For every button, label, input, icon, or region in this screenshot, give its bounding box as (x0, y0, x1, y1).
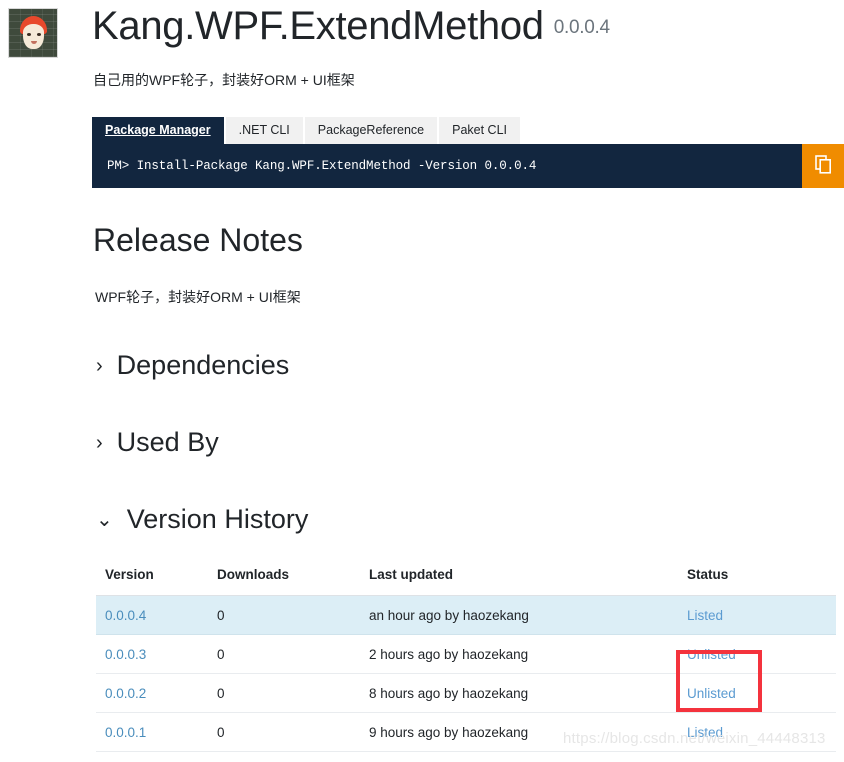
status-badge[interactable]: Listed (687, 608, 723, 623)
cell-last-updated: an hour ago by haozekang (360, 595, 678, 635)
column-header-status: Status (678, 565, 836, 596)
install-command-row: PM> Install-Package Kang.WPF.ExtendMetho… (92, 144, 844, 188)
table-header: Version Downloads Last updated Status (96, 565, 836, 596)
copy-icon (814, 155, 832, 177)
table-row: 0.0.0.4 0 an hour ago by haozekang Liste… (96, 595, 836, 635)
version-link[interactable]: 0.0.0.2 (105, 686, 146, 701)
install-command-block: Package Manager .NET CLI PackageReferenc… (92, 116, 844, 188)
package-name: Kang.WPF.ExtendMethod (92, 4, 544, 48)
cell-version: 0.0.0.2 (96, 673, 208, 713)
chevron-down-icon: ⌄ (96, 508, 113, 531)
package-header: Kang.WPF.ExtendMethod 0.0.0.4 自己用的WPF轮子，封… (0, 0, 844, 105)
avatar-face (23, 24, 44, 49)
section-label-dependencies: Dependencies (116, 350, 290, 380)
version-link[interactable]: 0.0.0.3 (105, 647, 146, 662)
release-notes-body: WPF轮子，封装好ORM + UI框架 (95, 289, 301, 305)
package-description: 自己用的WPF轮子，封装好ORM + UI框架 (93, 72, 355, 88)
cell-downloads: 0 (208, 595, 360, 635)
status-badge[interactable]: Unlisted (687, 686, 736, 701)
avatar-eye-right (37, 33, 41, 36)
copy-button[interactable] (802, 144, 844, 188)
watermark-text: https://blog.csdn.net/weixin_44448313 (563, 730, 826, 747)
column-header-last-updated: Last updated (360, 565, 678, 596)
column-header-version: Version (96, 565, 208, 596)
cell-version: 0.0.0.3 (96, 634, 208, 674)
section-label-used-by: Used By (116, 427, 219, 457)
tab-packagereference[interactable]: PackageReference (304, 117, 440, 144)
table-row: 0.0.0.2 0 8 hours ago by haozekang Unlis… (96, 673, 836, 713)
chevron-right-icon: › (96, 354, 103, 377)
cell-status: Listed (678, 595, 836, 635)
cell-status: Unlisted (678, 673, 836, 713)
release-notes-heading: Release Notes (93, 222, 303, 258)
cell-version: 0.0.0.4 (96, 595, 208, 635)
section-header-used-by[interactable]: › Used By (96, 427, 219, 458)
status-badge[interactable]: Unlisted (687, 647, 736, 662)
tab-dotnet-cli[interactable]: .NET CLI (225, 117, 305, 144)
install-tabstrip: Package Manager .NET CLI PackageReferenc… (92, 116, 844, 144)
table-header-row: Version Downloads Last updated Status (96, 565, 836, 596)
cell-last-updated: 2 hours ago by haozekang (360, 634, 678, 674)
tab-package-manager[interactable]: Package Manager (92, 117, 226, 144)
column-header-downloads: Downloads (208, 565, 360, 596)
tab-paket-cli[interactable]: Paket CLI (439, 117, 522, 144)
avatar-eye-left (27, 33, 31, 36)
table-row: 0.0.0.3 0 2 hours ago by haozekang Unlis… (96, 634, 836, 674)
chevron-right-icon: › (96, 431, 103, 454)
cell-version: 0.0.0.1 (96, 712, 208, 752)
cell-downloads: 0 (208, 712, 360, 752)
package-details-page: Kang.WPF.ExtendMethod 0.0.0.4 自己用的WPF轮子，封… (0, 0, 844, 762)
table-body: 0.0.0.4 0 an hour ago by haozekang Liste… (96, 595, 836, 752)
cell-downloads: 0 (208, 634, 360, 674)
install-command-text[interactable]: PM> Install-Package Kang.WPF.ExtendMetho… (92, 144, 802, 188)
version-history-table: Version Downloads Last updated Status 0.… (96, 565, 836, 752)
version-link[interactable]: 0.0.0.4 (105, 608, 146, 623)
section-header-version-history[interactable]: ⌄ Version History (96, 504, 308, 535)
section-header-dependencies[interactable]: › Dependencies (96, 350, 289, 381)
cell-status: Unlisted (678, 634, 836, 674)
package-owner-avatar (8, 8, 58, 58)
version-link[interactable]: 0.0.0.1 (105, 725, 146, 740)
package-version: 0.0.0.4 (553, 17, 610, 38)
cell-last-updated: 8 hours ago by haozekang (360, 673, 678, 713)
page-title: Kang.WPF.ExtendMethod 0.0.0.4 (92, 4, 610, 49)
cell-downloads: 0 (208, 673, 360, 713)
section-label-version-history: Version History (126, 504, 309, 534)
